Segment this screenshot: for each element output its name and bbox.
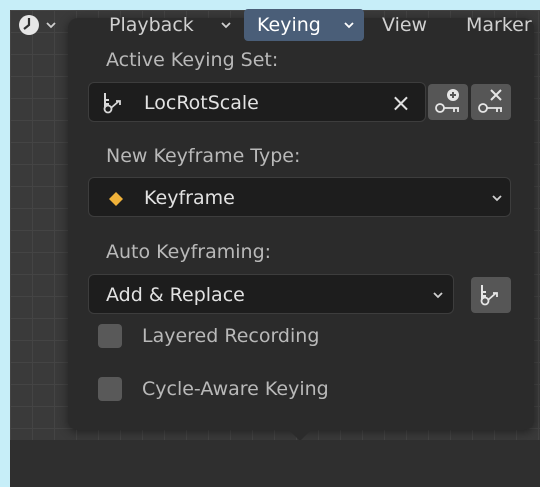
active-keying-set-value: LocRotScale [144, 92, 259, 114]
key-remove-icon [476, 87, 506, 121]
menu-view[interactable]: View [380, 9, 440, 41]
chevron-down-icon [490, 178, 504, 218]
chevron-down-icon [431, 275, 445, 315]
keyingset-icon [478, 283, 504, 311]
chevron-down-icon [342, 9, 356, 51]
menu-marker-label: Marker [466, 14, 532, 36]
layered-recording-label: Layered Recording [142, 325, 320, 347]
clear-icon[interactable]: × [391, 83, 411, 123]
menu-keying[interactable]: Keying [244, 9, 364, 41]
chevron-down-icon [44, 9, 58, 51]
menu-playback-label: Playback [109, 14, 194, 36]
menu-playback[interactable]: Playback [96, 9, 242, 41]
cycle-aware-label: Cycle-Aware Keying [142, 378, 329, 400]
key-add-icon [433, 87, 463, 121]
menu-keying-label: Keying [257, 14, 321, 36]
keying-popup [68, 18, 534, 430]
cycle-aware-checkbox[interactable] [98, 377, 122, 401]
clock-icon [18, 14, 40, 46]
menu-marker[interactable]: Marker [466, 9, 540, 41]
auto-keyframing-dropdown[interactable]: Add & Replace [88, 274, 454, 314]
auto-keyframing-label: Auto Keyframing: [106, 241, 272, 263]
active-keying-set-field[interactable]: LocRotScale × [88, 82, 426, 122]
keyframe-type-dropdown[interactable]: Keyframe [88, 177, 511, 217]
layered-recording-checkbox[interactable] [98, 324, 122, 348]
add-keying-set-button[interactable] [428, 84, 468, 120]
editor-type-button[interactable] [14, 9, 76, 41]
remove-keying-set-button[interactable] [471, 84, 511, 120]
chevron-down-icon [219, 9, 233, 51]
timeline-header [10, 440, 540, 487]
active-keying-set-label: Active Keying Set: [106, 49, 279, 71]
only-insert-keyingset-button[interactable] [471, 277, 511, 313]
auto-keyframing-value: Add & Replace [106, 284, 245, 306]
keyingset-icon [101, 91, 127, 119]
keyframe-diamond-icon [109, 191, 123, 210]
menu-view-label: View [382, 14, 428, 36]
keyframe-type-value: Keyframe [144, 187, 235, 209]
new-keyframe-type-label: New Keyframe Type: [106, 145, 301, 167]
